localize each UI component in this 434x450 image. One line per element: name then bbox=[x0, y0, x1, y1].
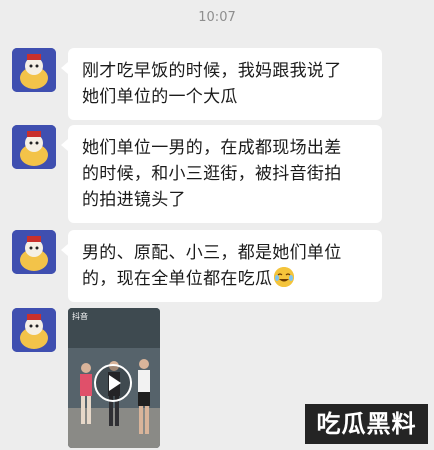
chat-timestamp: 10:07 bbox=[198, 10, 236, 25]
avatar[interactable] bbox=[12, 308, 56, 352]
avatar[interactable] bbox=[12, 125, 56, 169]
video-message-thumbnail[interactable]: 抖音 bbox=[68, 308, 160, 448]
message-bubble[interactable]: 她们单位一男的，在成都现场出差 的时候，和小三逛街，被抖音街拍 的拍进镜头了 bbox=[61, 125, 382, 223]
message-bubble[interactable]: 男的、原配、小三，都是她们单位 的，现在全单位都在吃瓜 bbox=[61, 230, 382, 302]
mascot-avatar-icon bbox=[12, 125, 56, 169]
watermark: 吃瓜黑料 bbox=[305, 404, 428, 444]
avatar[interactable] bbox=[12, 230, 56, 274]
mascot-avatar-icon bbox=[12, 308, 56, 352]
laugh-cry-emoji-icon bbox=[274, 267, 295, 287]
message-text: 男的、原配、小三，都是她们单位 的，现在全单位都在吃瓜 bbox=[82, 243, 342, 289]
message-bubble[interactable]: 刚才吃早饭的时候，我妈跟我说了 她们单位的一个大瓜 bbox=[61, 48, 382, 120]
avatar[interactable] bbox=[12, 48, 56, 92]
play-icon[interactable] bbox=[94, 364, 132, 402]
mascot-avatar-icon bbox=[12, 48, 56, 92]
mascot-avatar-icon bbox=[12, 230, 56, 274]
douyin-source-label: 抖音 bbox=[72, 312, 88, 321]
